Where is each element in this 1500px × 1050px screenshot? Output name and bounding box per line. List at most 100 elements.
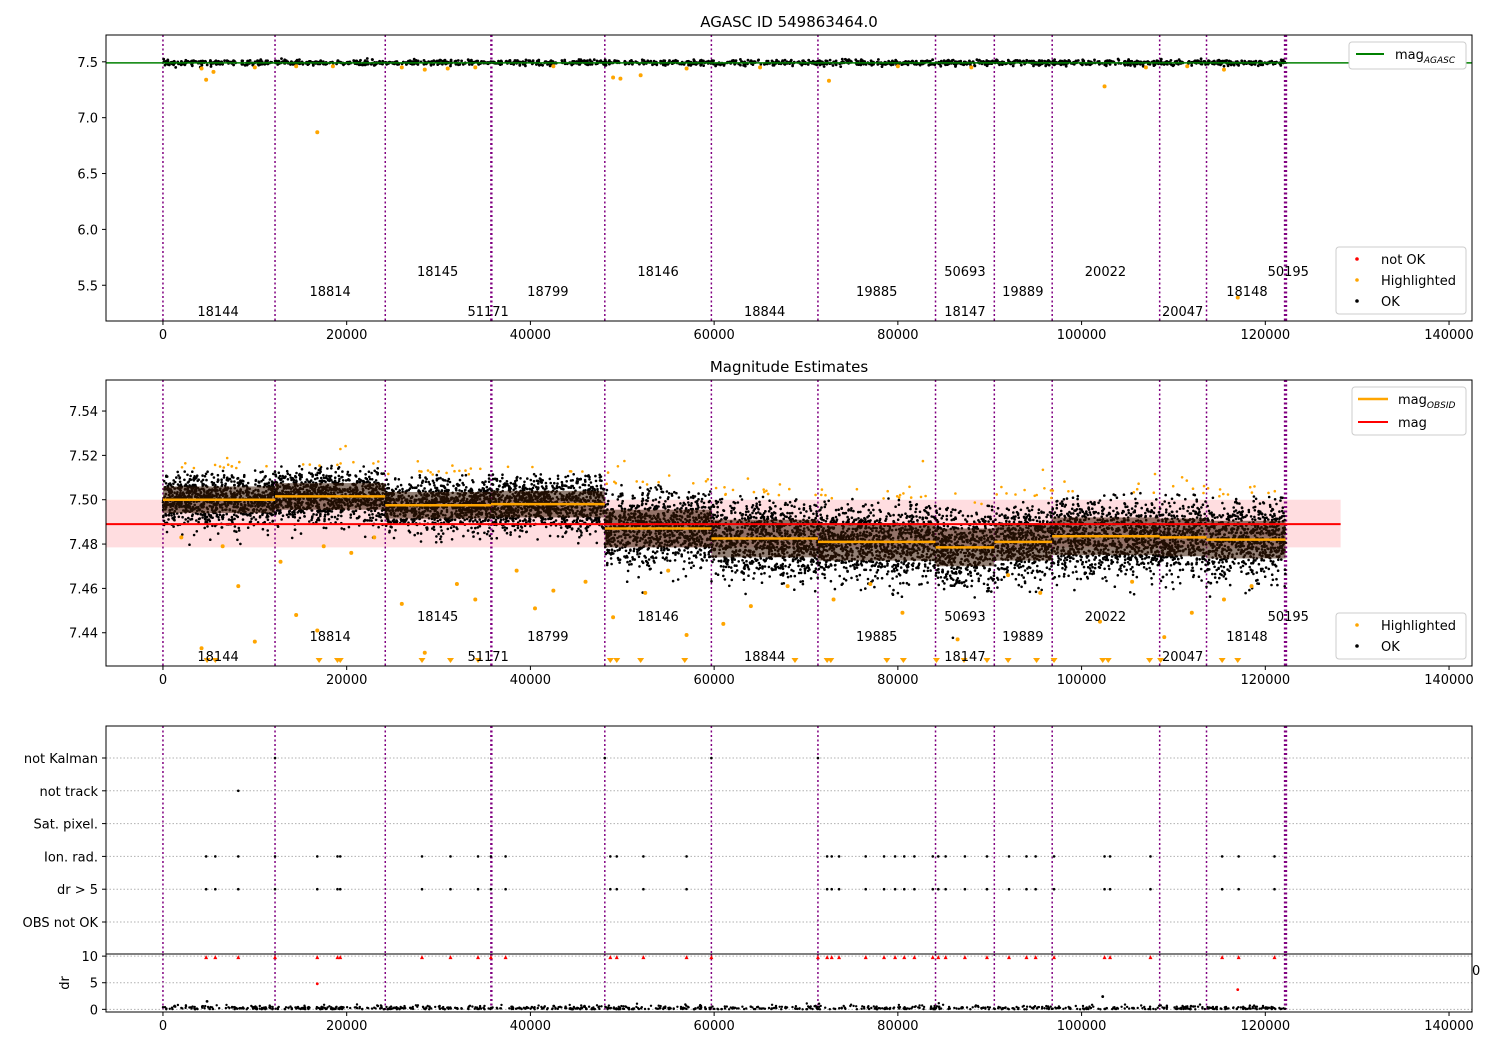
- agasc-obsid-label: 20022: [1085, 265, 1126, 280]
- ok-point: [365, 57, 369, 60]
- ok-point: [204, 520, 208, 523]
- ok-point: [354, 509, 358, 513]
- ok-point: [349, 516, 353, 519]
- ok-point: [177, 474, 180, 477]
- ok-point: [327, 518, 331, 521]
- ok-point: [216, 478, 220, 481]
- ok-point: [215, 513, 219, 516]
- highlighted-point: [387, 472, 390, 476]
- ok-point: [471, 531, 475, 534]
- ok-point: [454, 487, 458, 490]
- ok-point: [563, 58, 567, 62]
- ok-point: [480, 489, 483, 492]
- ok-point: [443, 486, 447, 490]
- ok-point: [476, 532, 480, 535]
- agasc-legend-top: magAGASC: [1348, 41, 1467, 70]
- ok-point: [220, 478, 223, 482]
- ok-point: [424, 480, 428, 484]
- ok-point: [214, 59, 218, 63]
- ok-point: [423, 519, 427, 523]
- ok-point: [931, 58, 934, 62]
- ok-point: [486, 519, 490, 522]
- ok-point: [217, 515, 220, 519]
- ok-point: [366, 519, 370, 522]
- ok-point: [484, 480, 487, 483]
- agasc-obsid-label: 18148: [1226, 285, 1267, 300]
- ok-point: [462, 483, 465, 487]
- ok-point: [209, 65, 213, 68]
- ok-point: [288, 473, 292, 477]
- ok-point: [178, 477, 181, 480]
- ok-point: [202, 483, 205, 486]
- ok-point: [394, 529, 397, 532]
- ok-point: [294, 475, 297, 479]
- ok-point: [337, 474, 341, 478]
- ok-point: [179, 483, 183, 486]
- ok-point: [1103, 63, 1107, 67]
- ok-point: [233, 480, 236, 483]
- ok-point: [341, 479, 345, 482]
- ok-point: [877, 58, 880, 61]
- ok-point: [164, 512, 167, 516]
- ok-point: [359, 58, 362, 62]
- magnitude-panel-title: Magnitude Estimates: [710, 358, 868, 376]
- ok-point: [305, 478, 309, 481]
- ok-point: [230, 515, 234, 519]
- ok-point: [368, 513, 371, 517]
- ok-point: [1126, 59, 1130, 63]
- agasc-obsid-label: 50195: [1268, 265, 1309, 280]
- ok-point: [395, 519, 398, 522]
- ok-point: [308, 471, 311, 475]
- ok-point: [346, 478, 350, 482]
- ok-point: [527, 59, 530, 63]
- ok-point: [458, 478, 462, 482]
- ok-point: [437, 489, 440, 492]
- ok-point: [330, 515, 334, 519]
- agasc-xtick-label: 60000: [693, 328, 734, 343]
- ok-point: [176, 483, 180, 486]
- ok-point: [280, 518, 283, 521]
- ok-point: [458, 489, 461, 492]
- ok-point: [318, 479, 322, 483]
- ok-point: [173, 518, 176, 522]
- agasc-obsid-label: 18147: [944, 305, 985, 320]
- highlighted-point: [422, 67, 427, 72]
- ok-point: [514, 59, 518, 62]
- ok-point: [310, 472, 314, 476]
- ok-point: [181, 533, 184, 536]
- ok-point: [1222, 64, 1226, 68]
- ok-point: [192, 533, 196, 537]
- ok-point: [167, 482, 171, 486]
- ok-point: [290, 478, 293, 482]
- ok-point: [840, 57, 844, 61]
- ok-point: [254, 483, 257, 486]
- ok-point: [471, 520, 475, 523]
- ok-point: [266, 533, 270, 537]
- ok-point: [303, 515, 306, 518]
- ok-point: [340, 527, 344, 530]
- ok-point: [465, 486, 468, 489]
- highlighted-point: [551, 64, 556, 69]
- ok-point: [284, 475, 287, 478]
- highlighted-point: [211, 69, 216, 74]
- ok-point: [397, 478, 401, 481]
- ok-point: [246, 526, 250, 529]
- ok-point: [195, 530, 199, 533]
- ok-point: [239, 542, 242, 546]
- ok-point: [358, 478, 361, 481]
- agasc-panel: AGASC ID 549863464.0 1814418814181455117…: [77, 13, 1474, 343]
- ok-point: [487, 480, 491, 484]
- ok-point: [439, 537, 442, 541]
- ok-point: [205, 478, 208, 482]
- highlighted-point: [336, 463, 339, 467]
- highlighted-point: [464, 469, 467, 472]
- ok-point: [584, 474, 587, 478]
- ok-point: [499, 59, 503, 63]
- ok-point: [422, 59, 426, 62]
- ok-point: [189, 474, 192, 478]
- ok-point: [162, 479, 166, 483]
- ok-point: [206, 525, 209, 528]
- ok-point: [286, 472, 290, 476]
- highlighted-point: [758, 65, 763, 70]
- ok-point: [1135, 59, 1139, 63]
